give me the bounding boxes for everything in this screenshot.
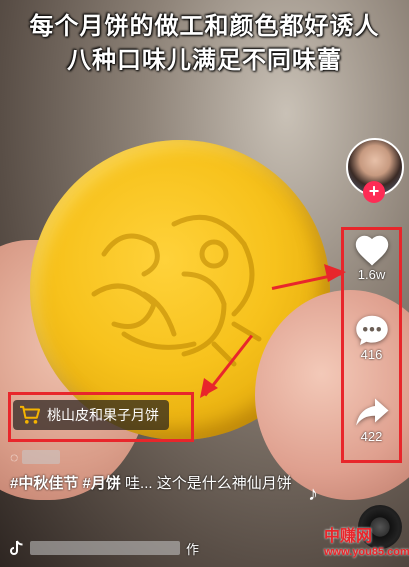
music-row[interactable]: 作 [10, 538, 199, 558]
music-suffix: 作 [186, 541, 200, 557]
like-button[interactable]: 1.6w [341, 233, 402, 282]
follow-button[interactable]: + [363, 181, 385, 203]
comment-icon [355, 315, 388, 345]
watermark-brand: 中赚网 [324, 528, 373, 545]
shopping-cart-icon [20, 405, 41, 424]
share-button[interactable]: 422 [341, 395, 402, 444]
comment-button[interactable]: 416 [341, 313, 402, 362]
video-description: #中秋佳节 #月饼 哇... 这个是什么神仙月饼 [10, 472, 310, 496]
description-text: 哇... 这个是什么神仙月饼 [125, 475, 292, 492]
like-count: 1.6w [357, 267, 386, 282]
heart-icon [355, 235, 388, 266]
arrowhead-right-icon [324, 264, 346, 282]
creator-name-blurred [22, 450, 61, 464]
product-tag[interactable]: 桃山皮和果子月饼 [13, 400, 169, 430]
hashtag-link-2[interactable]: #月饼 [83, 475, 121, 492]
music-title-blurred [30, 541, 180, 555]
creator-name-row[interactable]: ◌ [10, 448, 61, 466]
arrowhead-down-left-icon [200, 378, 218, 398]
comment-count: 416 [360, 347, 383, 362]
hashtag-link-1[interactable]: #中秋佳节 [10, 475, 78, 492]
share-arrow-icon [355, 398, 388, 426]
video-caption-line1: 每个月饼的做工和颜色都好诱人 [29, 13, 380, 40]
watermark-url: www.you85.com [324, 546, 409, 558]
share-count: 422 [360, 429, 383, 444]
video-caption-line2: 八种口味儿满足不同味蕾 [67, 47, 342, 74]
at-sign-icon: ◌ [10, 449, 19, 465]
music-note-icon: ♪ [308, 483, 318, 505]
product-tag-label: 桃山皮和果子月饼 [47, 407, 159, 423]
tiktok-logo-icon [10, 540, 23, 555]
